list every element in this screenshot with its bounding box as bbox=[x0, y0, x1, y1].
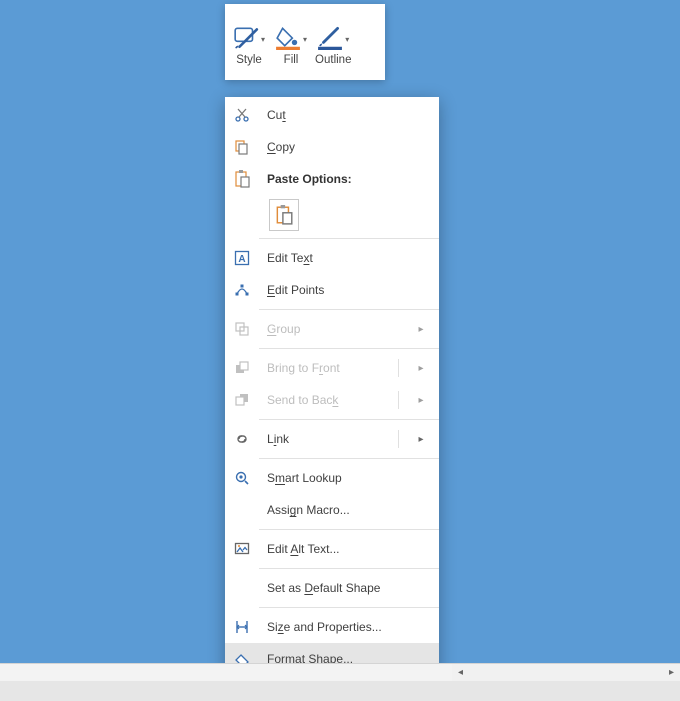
menu-label: Paste Options: bbox=[267, 172, 431, 186]
size-icon bbox=[234, 619, 250, 635]
menu-smart-lookup[interactable]: Smart Lookup bbox=[225, 462, 439, 494]
chevron-down-icon: ▾ bbox=[303, 35, 307, 44]
menu-edit-alt-text[interactable]: Edit Alt Text... bbox=[225, 533, 439, 565]
menu-send-to-back: Send to Back ▸ bbox=[225, 384, 439, 416]
style-button[interactable]: ▾ Style bbox=[229, 8, 269, 68]
clipboard-icon bbox=[234, 170, 250, 188]
paste-option-keep-source[interactable] bbox=[269, 199, 299, 231]
menu-copy[interactable]: Copy bbox=[225, 131, 439, 163]
separator bbox=[259, 419, 439, 420]
svg-text:A: A bbox=[238, 254, 245, 265]
menu-label: Link bbox=[267, 432, 289, 446]
paste-options-row bbox=[225, 195, 439, 235]
menu-label: Cut bbox=[267, 108, 286, 122]
separator bbox=[259, 309, 439, 310]
chevron-right-icon: ▸ bbox=[411, 363, 431, 374]
chevron-right-icon: ▸ bbox=[411, 434, 431, 445]
chevron-down-icon: ▾ bbox=[345, 35, 349, 44]
separator bbox=[259, 607, 439, 608]
menu-link[interactable]: Link ▸ bbox=[225, 423, 439, 455]
alt-text-icon bbox=[234, 541, 250, 557]
split-divider bbox=[398, 391, 399, 409]
menu-label: Group bbox=[267, 322, 300, 336]
send-back-icon bbox=[234, 392, 250, 408]
menu-set-default-shape[interactable]: Set as Default Shape bbox=[225, 572, 439, 604]
menu-edit-text[interactable]: A Edit Text bbox=[225, 242, 439, 274]
mini-toolbar: ▾ Style ▾ Fill ▾ bbox=[225, 4, 385, 80]
bring-front-icon bbox=[234, 360, 250, 376]
edit-points-icon bbox=[234, 282, 250, 298]
menu-label: Send to Back bbox=[267, 393, 338, 407]
link-icon bbox=[234, 431, 250, 447]
chevron-right-icon: ▸ bbox=[411, 324, 431, 335]
menu-cut[interactable]: Cut bbox=[225, 99, 439, 131]
scissors-icon bbox=[234, 107, 250, 123]
menu-label: Assign Macro... bbox=[267, 503, 350, 517]
fill-bucket-icon bbox=[275, 24, 301, 50]
menu-label: Smart Lookup bbox=[267, 471, 342, 485]
separator bbox=[259, 458, 439, 459]
menu-label: Set as Default Shape bbox=[267, 581, 380, 595]
group-icon bbox=[234, 321, 250, 337]
menu-bring-to-front: Bring to Front ▸ bbox=[225, 352, 439, 384]
chevron-right-icon: ▸ bbox=[411, 395, 431, 406]
menu-assign-macro[interactable]: Assign Macro... bbox=[225, 494, 439, 526]
separator bbox=[259, 348, 439, 349]
smart-lookup-icon bbox=[234, 470, 250, 486]
document-canvas[interactable]: ▾ Style ▾ Fill ▾ bbox=[0, 0, 680, 663]
menu-label: Size and Properties... bbox=[267, 620, 382, 634]
menu-edit-points[interactable]: Edit Points bbox=[225, 274, 439, 306]
clipboard-icon bbox=[275, 205, 293, 225]
scroll-right-arrow[interactable]: ▸ bbox=[663, 664, 680, 681]
menu-group: Group ▸ bbox=[225, 313, 439, 345]
split-divider bbox=[398, 430, 399, 448]
style-icon bbox=[233, 24, 259, 50]
status-strip bbox=[0, 681, 680, 701]
menu-label: Edit Points bbox=[267, 283, 324, 297]
separator bbox=[259, 529, 439, 530]
menu-label: Copy bbox=[267, 140, 295, 154]
edit-text-icon: A bbox=[234, 250, 250, 266]
menu-label: Edit Alt Text... bbox=[267, 542, 340, 556]
copy-icon bbox=[234, 139, 250, 155]
outline-label: Outline bbox=[315, 54, 351, 68]
menu-label: Bring to Front bbox=[267, 361, 340, 375]
context-menu: Cut Copy Paste Options: A Edit Text Edit… bbox=[225, 97, 439, 677]
horizontal-scrollbar[interactable]: ◂ ▸ bbox=[452, 664, 680, 681]
menu-paste-options-header: Paste Options: bbox=[225, 163, 439, 195]
outline-pen-icon bbox=[317, 24, 343, 50]
chevron-down-icon: ▾ bbox=[261, 35, 265, 44]
split-divider bbox=[398, 359, 399, 377]
fill-button[interactable]: ▾ Fill bbox=[271, 8, 311, 68]
separator bbox=[259, 238, 439, 239]
menu-label: Edit Text bbox=[267, 251, 313, 265]
bottom-bar: ◂ ▸ bbox=[0, 663, 680, 701]
outline-button[interactable]: ▾ Outline bbox=[313, 8, 353, 68]
separator bbox=[259, 568, 439, 569]
scroll-left-arrow[interactable]: ◂ bbox=[452, 664, 469, 681]
fill-label: Fill bbox=[284, 54, 299, 68]
menu-size-and-properties[interactable]: Size and Properties... bbox=[225, 611, 439, 643]
style-label: Style bbox=[236, 54, 262, 68]
